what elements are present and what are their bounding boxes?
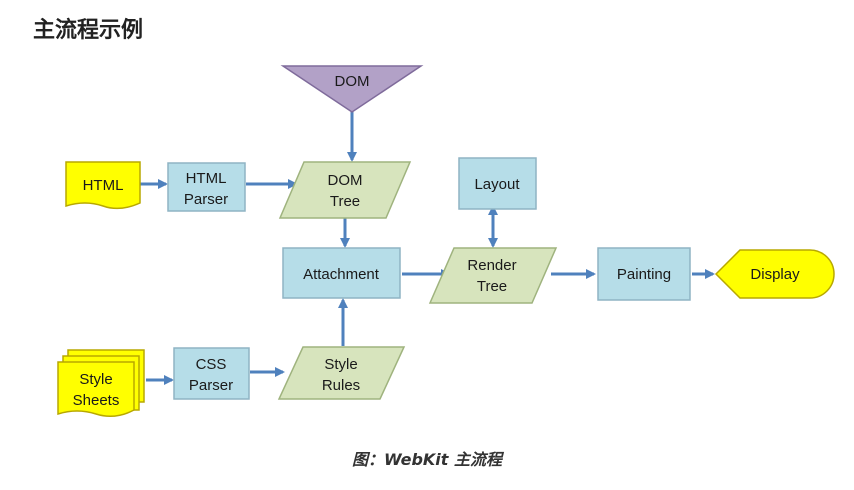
style-sheets-node: Style Sheets [57,349,145,417]
render-tree-line1: Render [467,257,516,274]
html-document-node: HTML [65,161,141,210]
css-parser-line1: CSS [196,356,227,373]
figure-caption: 图：WebKit 主流程 [351,450,503,469]
painting-label: Painting [617,266,671,283]
attachment-node: Attachment [282,247,401,299]
render-tree-line2: Tree [477,278,507,295]
display-node: Display [714,249,835,299]
dom-node: DOM [280,65,424,113]
webkit-flow-diagram: DOM HTML HTML Parser DOM Tree Layout Att… [57,65,835,417]
style-sheets-line1: Style [79,371,112,388]
dom-tree-line1: DOM [328,172,363,189]
display-label: Display [750,266,800,283]
connectors [140,112,715,385]
dom-tree-node: DOM Tree [278,161,412,219]
html-parser-line1: HTML [186,170,227,187]
style-rules-line2: Rules [322,377,360,394]
painting-node: Painting [597,247,691,301]
dom-tree-line2: Tree [330,193,360,210]
style-rules-node: Style Rules [277,346,406,400]
html-document-label: HTML [83,177,124,194]
style-rules-line1: Style [324,356,357,373]
css-parser-node: CSS Parser [173,347,250,400]
html-parser-node: HTML Parser [167,162,246,212]
dom-label: DOM [335,73,370,90]
render-tree-node: Render Tree [428,247,558,304]
css-parser-line2: Parser [189,377,233,394]
html-parser-line2: Parser [184,191,228,208]
style-sheets-line2: Sheets [73,392,120,409]
layout-node: Layout [458,157,537,210]
layout-label: Layout [474,176,520,193]
attachment-label: Attachment [303,266,380,283]
